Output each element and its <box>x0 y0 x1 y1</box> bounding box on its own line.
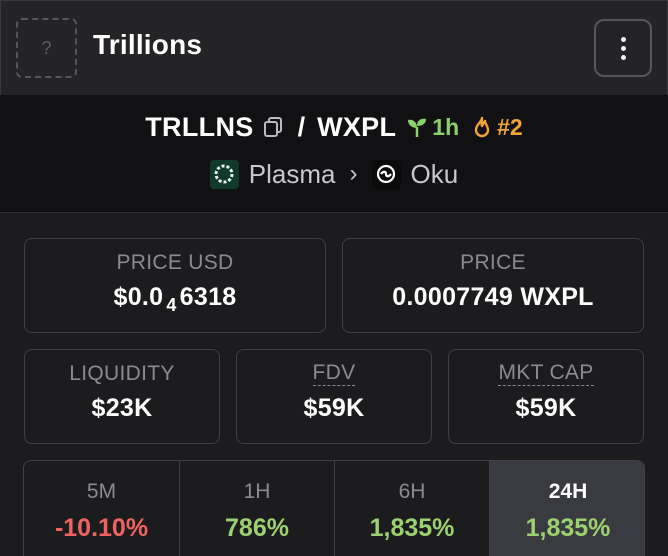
tab-1h-change: 786% <box>225 514 289 542</box>
sprout-icon <box>406 116 428 138</box>
token-header: ? Trillions <box>0 0 668 95</box>
fdv-label[interactable]: FDV <box>312 362 356 386</box>
tab-6h[interactable]: 6H 1,835% <box>335 461 490 556</box>
vertical-ellipsis-icon <box>620 36 626 42</box>
timeframe-tabs: 5M -10.10% 1H 786% 6H 1,835% 24H 1,835% <box>23 460 645 556</box>
pair-age: 1h <box>406 114 459 141</box>
liquidity-value: $23K <box>91 394 153 422</box>
vertical-ellipsis-icon-dot <box>620 54 626 60</box>
pair-separator: / <box>297 111 306 142</box>
price-card: PRICE 0.0007749 WXPL <box>342 238 644 333</box>
plasma-logo-icon <box>209 159 239 189</box>
tab-6h-change: 1,835% <box>369 514 455 542</box>
question-mark-icon: ? <box>41 37 52 58</box>
mkt-cap-value: $59K <box>515 394 577 422</box>
base-token-symbol: TRLLNS <box>145 111 254 142</box>
price-usd-zero-count: 4 <box>166 295 177 315</box>
quote-token-symbol: WXPL <box>317 111 397 142</box>
price-usd-card: PRICE USD $0.0 4 6318 <box>24 238 326 333</box>
liquidity-label: LIQUIDITY <box>69 362 175 385</box>
tab-6h-label: 6H <box>398 480 426 503</box>
chevron-right-icon: › <box>349 160 358 187</box>
tab-5m-change: -10.10% <box>54 514 149 542</box>
chain-dex-row: Plasma › Oku <box>0 157 668 191</box>
dex-link[interactable]: Oku <box>411 159 459 190</box>
mkt-cap-card[interactable]: MKT CAP $59K <box>448 349 644 444</box>
more-options-button[interactable] <box>594 19 652 77</box>
tab-5m-label: 5M <box>86 480 117 503</box>
price-usd-label: PRICE USD <box>116 251 234 274</box>
tab-24h-label: 24H <box>548 480 588 503</box>
tab-24h[interactable]: 24H 1,835% <box>490 461 644 556</box>
mkt-cap-label[interactable]: MKT CAP <box>498 362 594 386</box>
tab-5m[interactable]: 5M -10.10% <box>24 461 180 556</box>
price-usd-suffix: 6318 <box>179 283 237 311</box>
flame-icon <box>471 116 493 138</box>
chain-link[interactable]: Plasma <box>249 159 336 190</box>
fdv-card[interactable]: FDV $59K <box>236 349 432 444</box>
tab-1h[interactable]: 1H 786% <box>180 461 335 556</box>
fdv-value: $59K <box>303 394 365 422</box>
tab-1h-label: 1H <box>243 480 271 503</box>
pair-info-bar: TRLLNS / WXPL 1h #2 Plasma › Oku <box>0 95 668 213</box>
pair-age-value: 1h <box>432 113 460 140</box>
price-value: 0.0007749 WXPL <box>392 283 594 311</box>
token-logo-placeholder: ? <box>16 18 77 78</box>
trending-rank[interactable]: #2 <box>471 114 523 141</box>
price-usd-value: $0.0 4 6318 <box>113 283 237 315</box>
price-usd-prefix: $0.0 <box>113 283 164 311</box>
tab-24h-change: 1,835% <box>525 514 611 542</box>
oku-logo-icon <box>371 159 401 189</box>
copy-icon[interactable] <box>262 116 284 138</box>
price-label: PRICE <box>460 251 526 274</box>
pair-row: TRLLNS / WXPL 1h #2 <box>0 112 668 142</box>
trending-rank-value: #2 <box>497 113 523 140</box>
token-title: Trillions <box>93 29 203 60</box>
vertical-ellipsis-icon-dot <box>620 45 626 51</box>
liquidity-card: LIQUIDITY $23K <box>24 349 220 444</box>
